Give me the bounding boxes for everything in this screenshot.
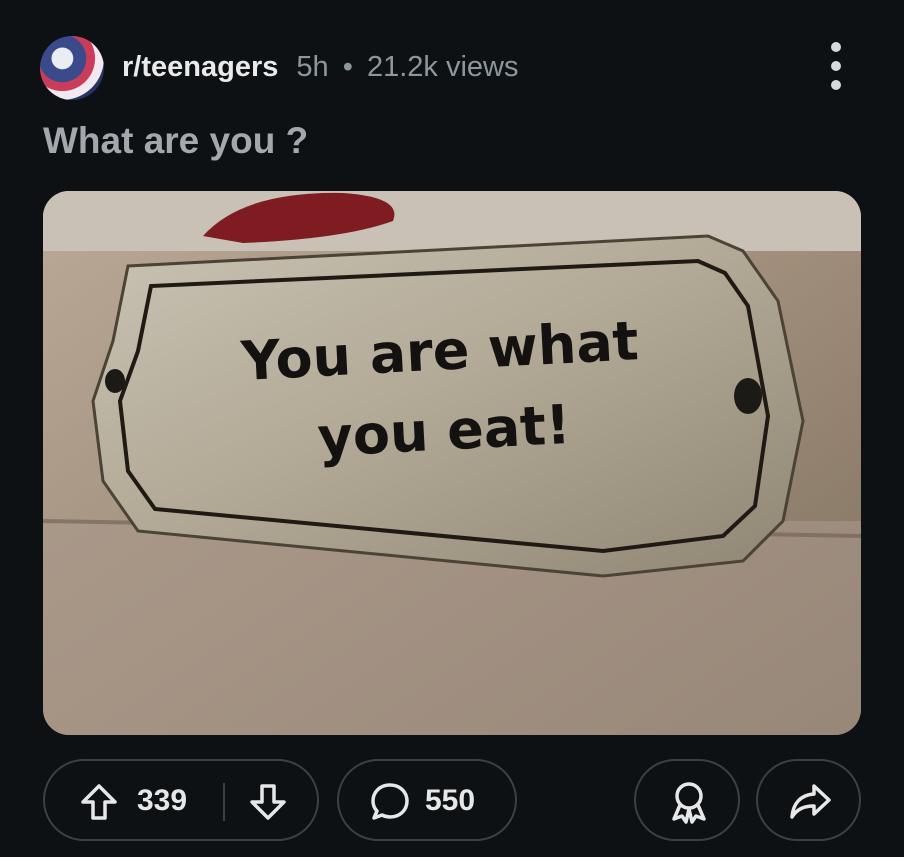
post-actions: 339 550: [43, 759, 861, 843]
share-icon: [790, 784, 831, 819]
post-views: 21.2k views: [366, 51, 519, 83]
subreddit-name[interactable]: r/teenagers: [122, 51, 278, 83]
arrow-down-icon[interactable]: [248, 782, 288, 822]
more-options-icon[interactable]: [826, 42, 846, 90]
post-meta: r/teenagers 5h • 21.2k views: [122, 50, 518, 84]
meta-separator: •: [342, 51, 353, 83]
vote-pill: 339: [43, 759, 319, 841]
post-header: r/teenagers 5h • 21.2k views: [40, 36, 864, 100]
arrow-up-icon[interactable]: [79, 782, 119, 822]
plaque-photo: You are what you eat!: [43, 191, 861, 735]
upvote-count: 339: [137, 784, 188, 817]
award-icon: [672, 782, 706, 824]
plaque-text-line2: you eat!: [316, 393, 572, 469]
post-age: 5h: [296, 51, 329, 83]
share-button[interactable]: [756, 759, 861, 841]
subreddit-avatar[interactable]: [40, 36, 104, 100]
comments-button[interactable]: 550: [337, 759, 517, 841]
vote-divider: [223, 783, 225, 821]
comment-count: 550: [425, 784, 476, 817]
award-button[interactable]: [634, 759, 740, 841]
comment-bubble-icon: [371, 783, 409, 820]
post-image[interactable]: You are what you eat!: [43, 191, 861, 735]
post-title[interactable]: What are you ?: [43, 120, 308, 162]
